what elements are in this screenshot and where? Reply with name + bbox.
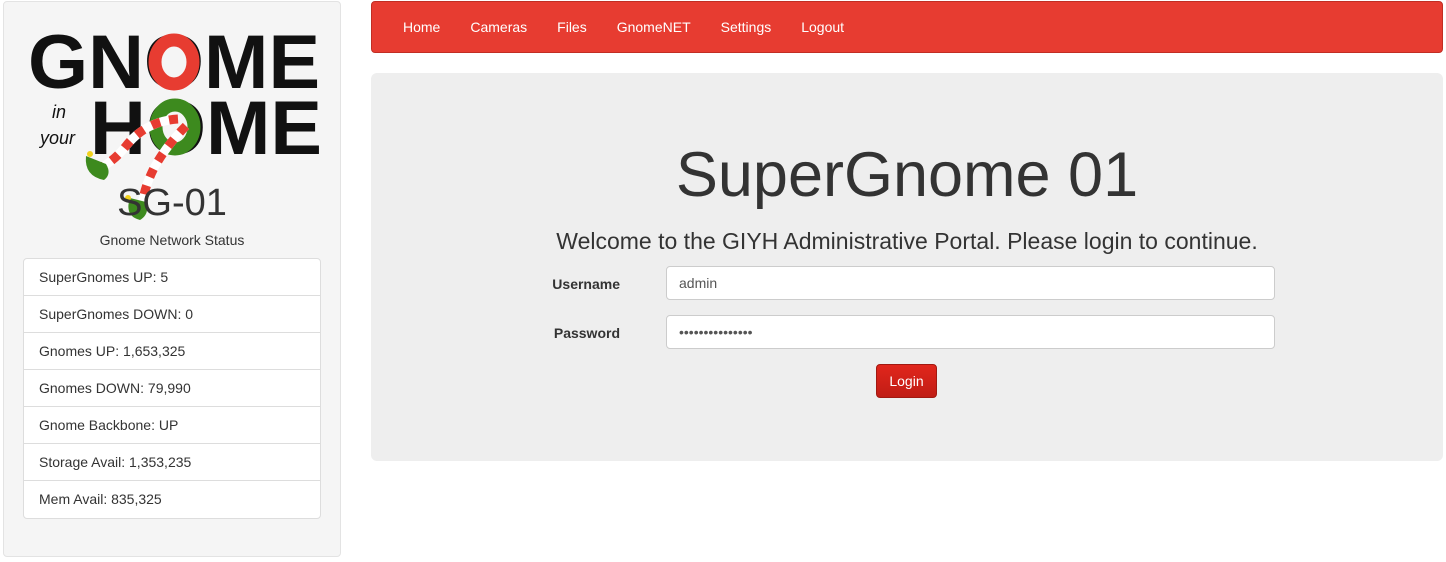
- nav-link-cameras[interactable]: Cameras: [470, 19, 527, 35]
- status-item-supergnomes-down: SuperGnomes DOWN: 0: [24, 296, 320, 333]
- supergnome-id-title: SG-01: [117, 182, 227, 224]
- password-field[interactable]: [666, 315, 1275, 349]
- welcome-message: Welcome to the GIYH Administrative Porta…: [556, 228, 1258, 254]
- top-navbar: Home Cameras Files GnomeNET Settings Log…: [371, 1, 1443, 53]
- status-item-gnomes-up: Gnomes UP: 1,653,325: [24, 333, 320, 370]
- password-label: Password: [553, 325, 620, 341]
- username-field[interactable]: [666, 266, 1275, 300]
- status-item-gnome-backbone: Gnome Backbone: UP: [24, 407, 320, 444]
- nav-link-files[interactable]: Files: [557, 19, 587, 35]
- logo-word-in: in: [52, 102, 66, 122]
- nav-link-gnomenet[interactable]: GnomeNET: [617, 19, 691, 35]
- status-item-storage-avail: Storage Avail: 1,353,235: [24, 444, 320, 481]
- network-status-list: SuperGnomes UP: 5 SuperGnomes DOWN: 0 Gn…: [23, 258, 321, 519]
- nav-menu: Home Cameras Files GnomeNET Settings Log…: [403, 2, 874, 52]
- page-title: SuperGnome 01: [675, 140, 1139, 210]
- login-button[interactable]: Login: [876, 364, 937, 398]
- status-item-gnomes-down: Gnomes DOWN: 79,990: [24, 370, 320, 407]
- network-status-heading: Gnome Network Status: [99, 232, 245, 248]
- sidebar: GNOME in your HOME SG-01 Gnome Network S…: [3, 1, 341, 557]
- nav-link-logout[interactable]: Logout: [801, 19, 844, 35]
- status-item-mem-avail: Mem Avail: 835,325: [39, 491, 162, 507]
- nav-link-home[interactable]: Home: [403, 19, 440, 35]
- logo-word-home: HOME: [90, 86, 322, 171]
- nav-link-settings[interactable]: Settings: [721, 19, 772, 35]
- username-label: Username: [552, 276, 620, 292]
- status-item-supergnomes-up: SuperGnomes UP: 5: [24, 259, 320, 296]
- logo-word-your: your: [38, 128, 76, 148]
- login-panel: SuperGnome 01 Welcome to the GIYH Admini…: [371, 73, 1443, 461]
